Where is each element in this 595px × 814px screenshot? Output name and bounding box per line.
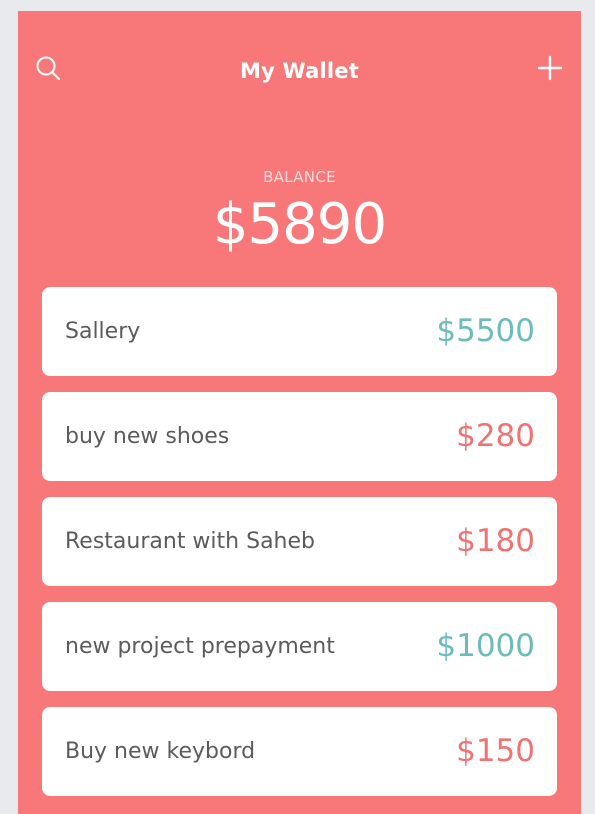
wallet-app: My Wallet BALANCE $5890 Sallery $5500 bu… [18,11,581,814]
transaction-title: new project prepayment [65,634,335,659]
transaction-amount: $180 [456,523,535,559]
balance-value: $5890 [212,192,387,257]
transaction-title: Buy new keybord [65,739,256,764]
transaction-item[interactable]: buy new shoes $280 [42,392,557,481]
transaction-item[interactable]: Buy new keybord $150 [42,707,557,796]
app-header: My Wallet [18,11,581,131]
transaction-title: Sallery [65,319,141,344]
transaction-amount: $280 [456,418,535,454]
transaction-item[interactable]: new project prepayment $1000 [42,602,557,691]
transaction-title: Restaurant with Saheb [65,529,315,554]
balance-label: BALANCE [263,168,336,186]
add-transaction-button[interactable] [533,51,567,85]
transaction-title: buy new shoes [65,424,230,449]
transaction-list: Sallery $5500 buy new shoes $280 Restaur… [42,287,557,812]
transaction-amount: $1000 [436,628,535,664]
transaction-item[interactable]: Restaurant with Saheb $180 [42,497,557,586]
transaction-amount: $5500 [436,313,535,349]
plus-icon [537,55,563,81]
transaction-item[interactable]: Sallery $5500 [42,287,557,376]
page-title: My Wallet [240,59,359,83]
transaction-amount: $150 [456,733,535,769]
